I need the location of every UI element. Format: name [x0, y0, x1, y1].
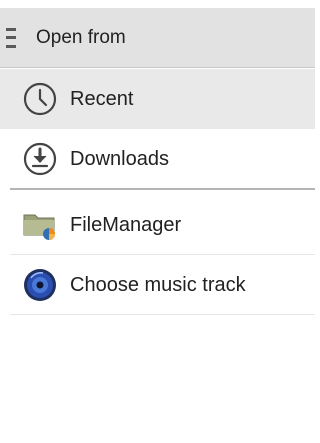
folder-icon	[22, 207, 58, 243]
dialog-header: Open from	[0, 8, 315, 68]
list-item-choose-music-track[interactable]: Choose music track	[0, 255, 315, 315]
section-divider	[10, 188, 315, 190]
list-item-downloads[interactable]: Downloads	[0, 129, 315, 189]
hamburger-menu-icon[interactable]	[6, 27, 20, 48]
status-strip	[0, 0, 315, 8]
download-icon	[22, 141, 58, 177]
list-item-label: Recent	[70, 87, 134, 110]
list-item-label: FileManager	[70, 213, 182, 236]
list-item-filemanager[interactable]: FileManager	[0, 195, 315, 255]
list-item-recent[interactable]: Recent	[0, 69, 315, 129]
music-disc-icon	[22, 267, 58, 303]
list-item-label: Downloads	[70, 147, 169, 170]
clock-icon	[22, 81, 58, 117]
list-divider	[10, 314, 315, 315]
page-title: Open from	[36, 26, 126, 48]
list-item-label: Choose music track	[70, 273, 246, 296]
